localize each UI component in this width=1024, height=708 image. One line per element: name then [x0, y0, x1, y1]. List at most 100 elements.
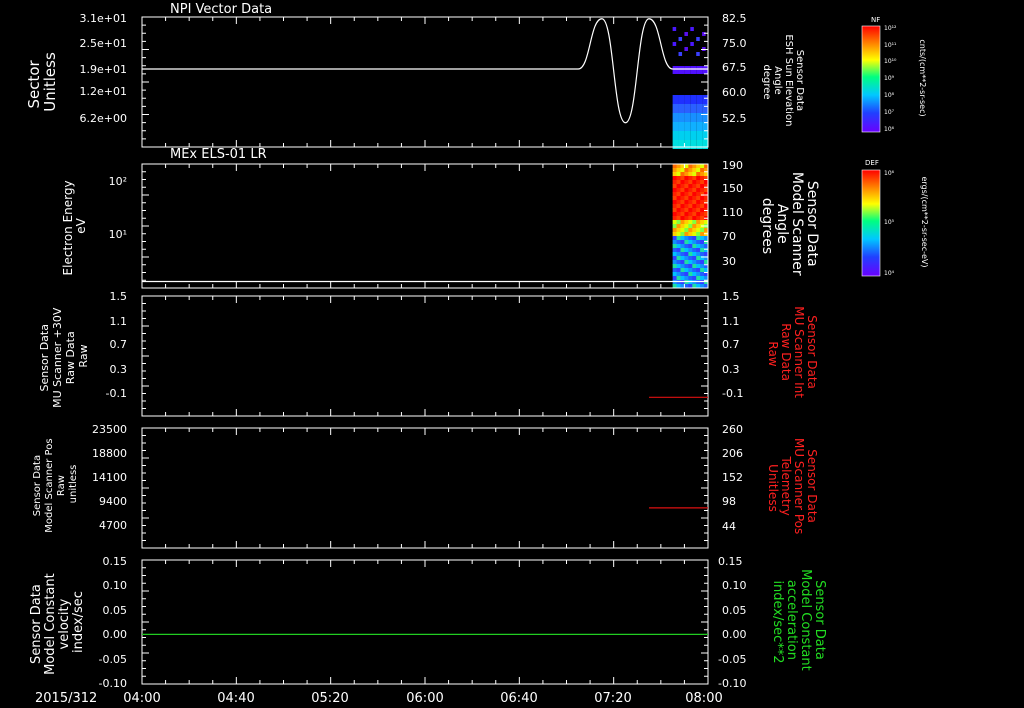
spectrogram-cell [690, 140, 697, 149]
right-tick-label: 70 [722, 230, 736, 243]
spectrogram-cell [692, 176, 697, 181]
right-tick-label: 52.5 [722, 112, 747, 125]
left-tick-label: 0.10 [103, 579, 128, 592]
spectrogram-cell [684, 131, 691, 140]
spectrogram-cell [672, 256, 678, 261]
right-tick-label: 1.5 [722, 290, 740, 303]
spectrogram-cell [696, 216, 701, 221]
spectrogram-cell [688, 272, 693, 277]
spectrogram-cell [696, 184, 701, 189]
right-tick-label: 98 [722, 495, 736, 508]
spectrogram-cell [680, 252, 685, 257]
spectrogram-cell [672, 264, 678, 269]
spectrogram-cell [692, 196, 697, 201]
spectrogram-cell [696, 188, 701, 193]
colorbar-title-def: DEF [865, 159, 879, 167]
spectrogram-cell [696, 228, 701, 233]
spectrogram-cell [678, 95, 685, 104]
spectrogram-cell [684, 236, 689, 241]
spectrogram-cell [684, 228, 689, 233]
spectrogram-cell [672, 208, 678, 213]
spectrogram-cell [676, 272, 681, 277]
spectrogram-cell [692, 240, 697, 245]
spectrogram-cell [672, 212, 678, 217]
spectrogram-cell [700, 244, 705, 249]
spectrogram-cell [684, 140, 691, 149]
spectrogram-cell [676, 256, 681, 261]
spectrogram-cell [672, 220, 678, 225]
left-tick-label: 10² [109, 175, 127, 188]
spectrogram-cell [700, 236, 705, 241]
spectrogram-cell [696, 131, 703, 140]
spectrogram-cell [680, 220, 685, 225]
spectrogram-cell [680, 188, 685, 193]
spectrogram-cell [702, 66, 708, 74]
spectrogram-cell [684, 122, 691, 131]
spectrogram-cell [692, 188, 697, 193]
colorbar-tick: 10¹¹ [884, 42, 897, 49]
spectrogram-cell [684, 66, 691, 74]
left-tick-label: 0.15 [103, 555, 128, 568]
colorbar-gradient-nf [862, 26, 880, 132]
spectrogram-cell [700, 228, 705, 233]
spectrogram-cell [688, 280, 693, 285]
spectrogram-cell [688, 164, 693, 169]
colorbar-unit-def: ergs/(cm**2-sr-sec-eV) [920, 176, 929, 267]
spectrogram-cell [676, 224, 681, 229]
spectrogram-cell [688, 204, 693, 209]
time-tick-label: 07:20 [594, 691, 631, 706]
spectrogram-cell [684, 252, 689, 257]
left-tick-label: 6.2e+00 [80, 112, 127, 125]
spectrogram-cell [684, 268, 689, 273]
spectrogram-cell [688, 256, 693, 261]
right-tick-label: 0.3 [722, 363, 740, 376]
spectrogram-cell [696, 224, 701, 229]
right-tick-label: 30 [722, 255, 736, 268]
spectrogram-cell [684, 32, 688, 36]
spectrogram-cell [676, 268, 681, 273]
spectrogram-cell [678, 52, 683, 56]
spectrogram-cell [692, 220, 697, 225]
spectrogram-cell [690, 104, 697, 113]
spectrogram-cell [702, 95, 708, 104]
spectrogram-cell [676, 232, 681, 237]
spectrogram-cell [676, 196, 681, 201]
spectrogram-cell [692, 236, 697, 241]
spectrogram-cell [700, 260, 705, 265]
spectrogram-cell [696, 280, 701, 285]
spectrogram-cell [696, 122, 703, 131]
date-label: 2015/312 [35, 691, 97, 706]
spectrogram-cell [692, 244, 697, 249]
spectrogram-cell [684, 208, 689, 213]
spectrogram-cell [696, 140, 703, 149]
spectrogram-cell [676, 264, 681, 269]
right-tick-label: 150 [722, 182, 743, 195]
spectrogram-cell [680, 256, 685, 261]
spectrogram-cell [700, 280, 705, 285]
spectrogram-cell [692, 264, 697, 269]
spectrogram-cell [680, 184, 685, 189]
spectrogram-cell [692, 276, 697, 281]
spectrogram-cell [680, 228, 685, 233]
spectrogram-cell [690, 42, 694, 46]
left-tick-label: 10¹ [109, 228, 127, 241]
spectrogram-cell [676, 260, 681, 265]
spectrogram-cell [702, 32, 706, 36]
right-tick-label: 0.7 [722, 338, 740, 351]
spectrogram-cell [680, 244, 685, 249]
spectrogram-cell [684, 200, 689, 205]
spectrogram-cell [676, 204, 681, 209]
spectrogram-cell [692, 168, 697, 173]
spectrogram-cell [672, 196, 678, 201]
spectrogram-cell [684, 176, 689, 181]
spectrogram-cell [672, 200, 678, 205]
spectrogram-cell [688, 176, 693, 181]
spectrogram-cell [688, 264, 693, 269]
spectrogram-cell [696, 276, 701, 281]
spectrogram-cell [672, 184, 678, 189]
spectrogram-cell [692, 216, 697, 221]
spectrogram-cell [700, 216, 705, 221]
spectrogram-cell [688, 192, 693, 197]
left-tick-label: 18800 [92, 447, 127, 460]
spectrogram-cell [672, 168, 678, 173]
